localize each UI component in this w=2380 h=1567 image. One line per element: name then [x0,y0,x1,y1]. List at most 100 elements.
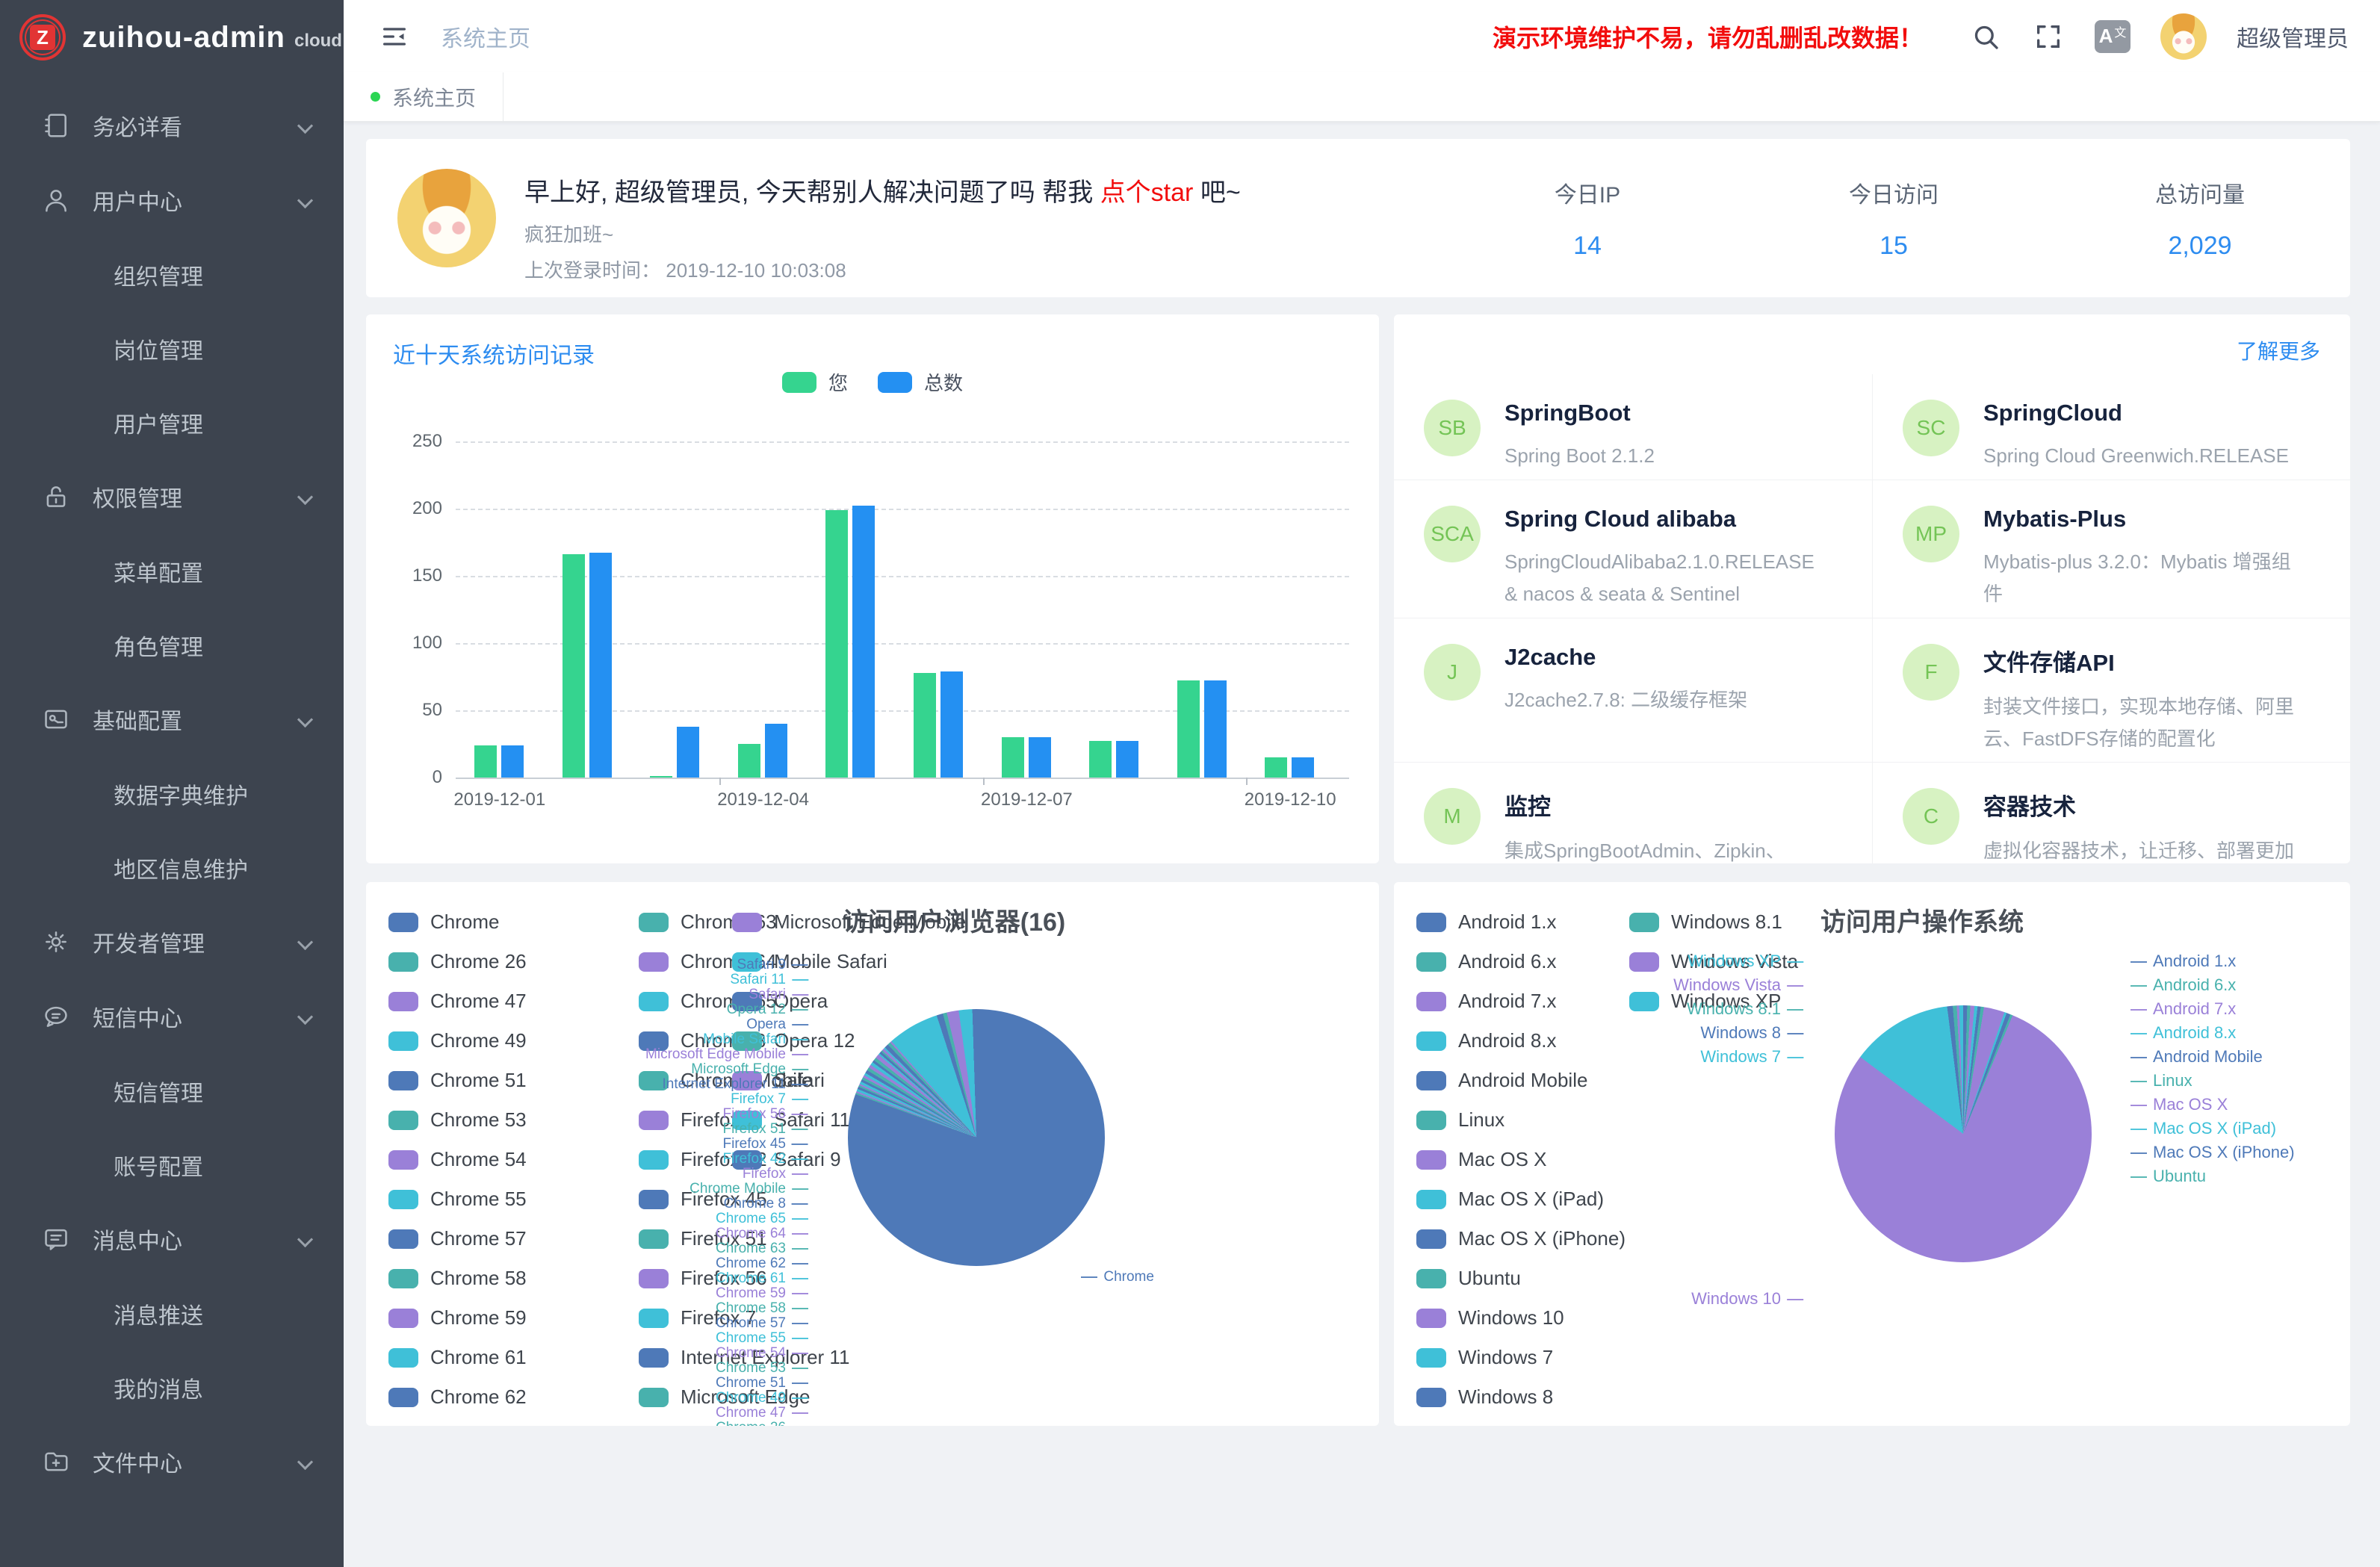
legend-item-Android 8.x[interactable]: Android 8.x [1416,1029,1557,1052]
legend-item-Chrome 55[interactable]: Chrome 55 [388,1188,527,1211]
legend-item-Chrome 57[interactable]: Chrome 57 [388,1227,527,1250]
legend-item-Chrome 51[interactable]: Chrome 51 [388,1069,527,1092]
legend-label: Android 6.x [1458,950,1557,973]
sidebar-item-用户中心[interactable]: 用户中心 [0,163,344,238]
user-avatar[interactable] [2160,13,2207,60]
legend-item-Chrome 26[interactable]: Chrome 26 [388,950,527,973]
username[interactable]: 超级管理员 [2237,20,2349,53]
bar-您 [1002,737,1024,778]
stat-value: 14 [1573,232,1602,261]
chart-legend: 您 总数 [366,368,1379,396]
pie-label-Linux: Linux [2125,1071,2192,1090]
legend-label: Chrome 62 [430,1386,527,1409]
legend-item-Android 6.x[interactable]: Android 6.x [1416,950,1557,973]
bar-您 [1089,741,1112,778]
sidebar-subitem-用户管理[interactable]: 用户管理 [0,385,344,459]
sidebar-subitem-我的消息[interactable]: 我的消息 [0,1350,344,1424]
sidebar-item-开发者管理[interactable]: 开发者管理 [0,904,344,979]
legend-label: Linux [1458,1108,1504,1132]
legend-item-Chrome[interactable]: Chrome [388,910,499,934]
legend-item-Mac OS X (iPad)[interactable]: Mac OS X (iPad) [1416,1188,1604,1211]
sidebar-item-基础配置[interactable]: 基础配置 [0,682,344,757]
y-axis-label: 250 [388,431,442,452]
fullscreen-icon[interactable] [2032,20,2065,53]
legend-item-Chrome 58[interactable]: Chrome 58 [388,1267,527,1290]
learn-more-link[interactable]: 了解更多 [2237,335,2320,365]
legend-item-Microsoft Edge Mobile[interactable]: Microsoft Edge Mobile [732,910,966,934]
stat-label: 总访问量 [2155,176,2245,209]
legend-swatch [388,1269,418,1288]
legend-item-Chrome 49[interactable]: Chrome 49 [388,1029,527,1052]
pie-label-Chrome 47: Chrome 47 [716,1405,814,1421]
legend-item-Ubuntu[interactable]: Ubuntu [1416,1267,1521,1290]
chevron-down-icon [297,117,313,133]
legend-swatch [1416,1388,1446,1407]
pie-label-Mac OS X (iPhone): Mac OS X (iPhone) [2125,1143,2295,1162]
legend-item-Windows 10[interactable]: Windows 10 [1416,1306,1564,1329]
legend-item-Chrome 62[interactable]: Chrome 62 [388,1386,527,1409]
legend-item-Chrome 54[interactable]: Chrome 54 [388,1148,527,1171]
legend-label: Android 1.x [1458,910,1557,934]
legend-item-您[interactable]: 您 [782,368,848,396]
sidebar-subitem-短信管理[interactable]: 短信管理 [0,1054,344,1128]
brand-logo[interactable]: Z zuihou-admin cloud [0,0,344,75]
legend-swatch [388,992,418,1011]
sidebar-item-短信中心[interactable]: 短信中心 [0,979,344,1054]
legend-item-Chrome 47[interactable]: Chrome 47 [388,990,527,1013]
legend-item-Android 7.x[interactable]: Android 7.x [1416,990,1557,1013]
sidebar-subitem-菜单配置[interactable]: 菜单配置 [0,534,344,608]
language-switch-icon[interactable]: A文 [2095,20,2130,53]
breadcrumb[interactable]: 系统主页 [441,20,530,53]
legend-label: Chrome 57 [430,1227,527,1250]
legend-label: Chrome 58 [430,1267,527,1290]
legend-item-Chrome 53[interactable]: Chrome 53 [388,1108,527,1132]
pie-label-Firefox 51: Firefox 51 [723,1121,814,1138]
tech-card-header: 了解更多 [1394,314,2350,373]
stat-block: 今日访问15 [1752,139,2036,297]
stat-value: 15 [1879,232,1908,261]
pie-label-Windows 8.1: Windows 8.1 [1687,999,1809,1019]
legend-item-Windows 7[interactable]: Windows 7 [1416,1346,1553,1369]
y-axis-label: 200 [388,498,442,519]
legend-swatch [388,1190,418,1209]
sidebar-item-权限管理[interactable]: 权限管理 [0,459,344,534]
legend-item-Mac OS X (iPhone)[interactable]: Mac OS X (iPhone) [1416,1227,1626,1250]
bar-总数 [677,727,699,778]
sidebar-item-务必详看[interactable]: 务必详看 [0,88,344,163]
legend-item-Chrome 59[interactable]: Chrome 59 [388,1306,527,1329]
tech-card: SCSpringCloudSpring Cloud Greenwich.RELE… [1872,374,2350,480]
sidebar-subitem-账号配置[interactable]: 账号配置 [0,1128,344,1202]
legend-label: Android Mobile [1458,1069,1587,1092]
legend-item-Android 1.x[interactable]: Android 1.x [1416,910,1557,934]
legend-item-Chrome 61[interactable]: Chrome 61 [388,1346,527,1369]
legend-item-Android Mobile[interactable]: Android Mobile [1416,1069,1587,1092]
sidebar-subitem-角色管理[interactable]: 角色管理 [0,608,344,682]
legend-item-Windows 8[interactable]: Windows 8 [1416,1386,1553,1409]
bar-您 [1265,757,1287,778]
legend-item-Mac OS X[interactable]: Mac OS X [1416,1148,1546,1171]
pie-label-Chrome 61: Chrome 61 [716,1270,814,1287]
tab-home[interactable]: 系统主页 [344,72,503,121]
tech-card: SBSpringBootSpring Boot 2.1.2 [1394,374,1872,480]
sidebar-subitem-组织管理[interactable]: 组织管理 [0,238,344,311]
tech-card-desc: J2cache2.7.8: 二级缓存框架 [1504,684,1762,716]
chevron-down-icon [297,1008,313,1024]
legend-swatch [1416,952,1446,972]
legend-swatch [1416,1229,1446,1249]
legend-label: 总数 [924,368,963,396]
sidebar-subitem-岗位管理[interactable]: 岗位管理 [0,311,344,385]
sidebar-subitem-数据字典维护[interactable]: 数据字典维护 [0,757,344,831]
legend-item-Linux[interactable]: Linux [1416,1108,1504,1132]
sidebar-item-文件中心[interactable]: 文件中心 [0,1424,344,1499]
sidebar-item-消息中心[interactable]: 消息中心 [0,1202,344,1276]
sidebar-item-label: 开发者管理 [93,925,205,958]
legend-item-总数[interactable]: 总数 [878,368,963,396]
bar-您 [914,673,936,778]
search-icon[interactable] [1969,20,2002,53]
menu-fold-icon[interactable] [378,20,411,53]
legend-item-Windows 8.1[interactable]: Windows 8.1 [1629,910,1782,934]
sidebar-subitem-地区信息维护[interactable]: 地区信息维护 [0,831,344,904]
legend-swatch [639,1150,669,1170]
legend-label: Chrome 53 [430,1108,527,1132]
sidebar-subitem-消息推送[interactable]: 消息推送 [0,1276,344,1350]
